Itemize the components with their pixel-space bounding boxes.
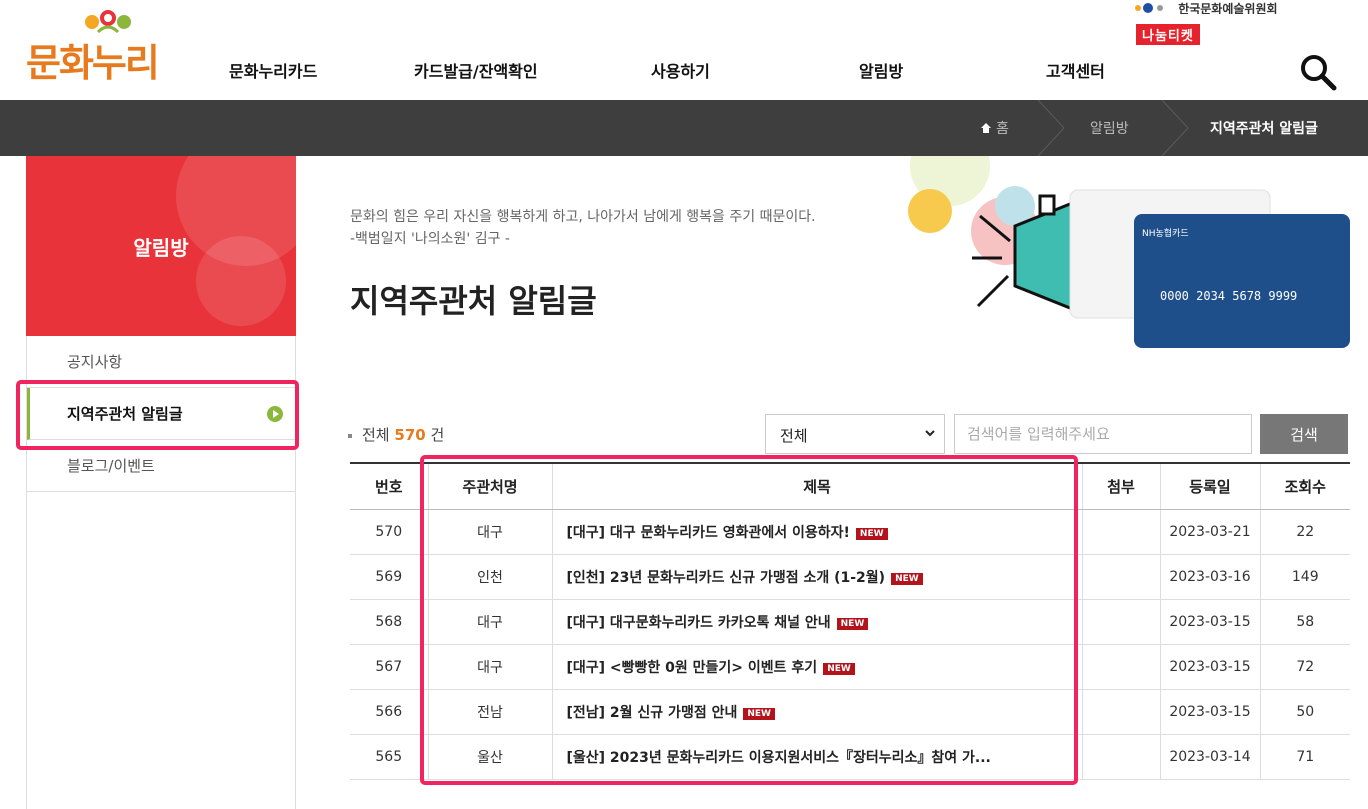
row-date: 2023-03-15 (1159, 689, 1260, 735)
nav-culture-card[interactable]: 문화누리카드 (229, 58, 317, 82)
partner-org-label: 한국문화예술위원회 (1134, 0, 1324, 14)
row-views: 58 (1259, 599, 1350, 645)
row-attachment (1081, 509, 1160, 555)
card-brand: NH농협카드 (1142, 227, 1189, 239)
bullet (348, 433, 352, 438)
row-views: 149 (1259, 554, 1350, 600)
sidebar-title: 알림방 (133, 236, 189, 260)
row-attachment (1081, 599, 1160, 645)
logo-text: 문화누리 (26, 41, 160, 85)
row-date: 2023-03-14 (1159, 734, 1260, 780)
column-header-views: 조회수 (1259, 462, 1350, 510)
page-title: 지역주관처 알림글 (350, 282, 597, 320)
row-number: 570 (350, 509, 428, 555)
column-header-number: 번호 (350, 462, 428, 510)
breadcrumb-separator-icon (1161, 100, 1189, 156)
row-views: 71 (1259, 734, 1350, 780)
breadcrumb-home[interactable]: 홈 (996, 118, 1009, 138)
highlight-box-table (420, 455, 1078, 785)
card-illustration: NH농협카드 0000 2034 5678 9999 (908, 156, 1350, 348)
row-views: 50 (1259, 689, 1350, 735)
chevron-down-icon (925, 430, 935, 437)
search-button[interactable]: 검색 (1260, 414, 1348, 454)
row-number: 566 (350, 689, 428, 735)
row-number: 567 (350, 644, 428, 690)
nav-customer-center[interactable]: 고객센터 (1046, 58, 1105, 82)
search-icon[interactable] (1298, 52, 1338, 92)
partner-logo-icon (1135, 3, 1163, 13)
row-date: 2023-03-15 (1159, 644, 1260, 690)
breadcrumb: 홈 알림방 지역주관처 알림글 (0, 100, 1368, 156)
row-date: 2023-03-16 (1159, 554, 1260, 600)
row-attachment (1081, 554, 1160, 600)
row-date: 2023-03-21 (1159, 509, 1260, 555)
row-number: 568 (350, 599, 428, 645)
breadcrumb-separator-icon (1037, 100, 1065, 156)
row-attachment (1081, 689, 1160, 735)
row-attachment (1081, 644, 1160, 690)
search-category-select[interactable]: 전체 (765, 414, 945, 454)
search-input[interactable] (954, 414, 1252, 454)
home-icon (981, 123, 991, 133)
highlight-box-sidebar (16, 380, 299, 450)
row-date: 2023-03-15 (1159, 599, 1260, 645)
nav-how-to-use[interactable]: 사용하기 (651, 58, 710, 82)
row-number: 565 (350, 734, 428, 780)
breadcrumb-section[interactable]: 알림방 (1090, 118, 1129, 138)
nav-card-issue[interactable]: 카드발급/잔액확인 (414, 58, 538, 82)
card-number: 0000 2034 5678 9999 (1160, 289, 1297, 303)
column-header-attachment: 첨부 (1081, 462, 1160, 510)
row-number: 569 (350, 554, 428, 600)
site-header: 문화누리 문화누리카드 카드발급/잔액확인 사용하기 알림방 고객센터 한국문화… (0, 0, 1368, 100)
row-views: 72 (1259, 644, 1350, 690)
nanum-ticket-badge: 나눔티켓 (1136, 24, 1200, 45)
row-attachment (1081, 734, 1160, 780)
site-logo[interactable]: 문화누리 (26, 8, 176, 85)
sidebar-header: 알림방 (26, 156, 296, 336)
column-header-date: 등록일 (1159, 462, 1260, 510)
total-count: 전체 570 건 (348, 424, 444, 445)
nav-notice-room[interactable]: 알림방 (859, 58, 903, 82)
partner-banner[interactable]: 한국문화예술위원회 나눔티켓 (1134, 0, 1324, 60)
breadcrumb-current: 지역주관처 알림글 (1210, 121, 1318, 137)
total-count-value: 570 (394, 426, 426, 444)
row-views: 22 (1259, 509, 1350, 555)
page-quote: 문화의 힘은 우리 자신을 행복하게 하고, 나아가서 남에게 행복을 주기 때… (350, 209, 816, 247)
